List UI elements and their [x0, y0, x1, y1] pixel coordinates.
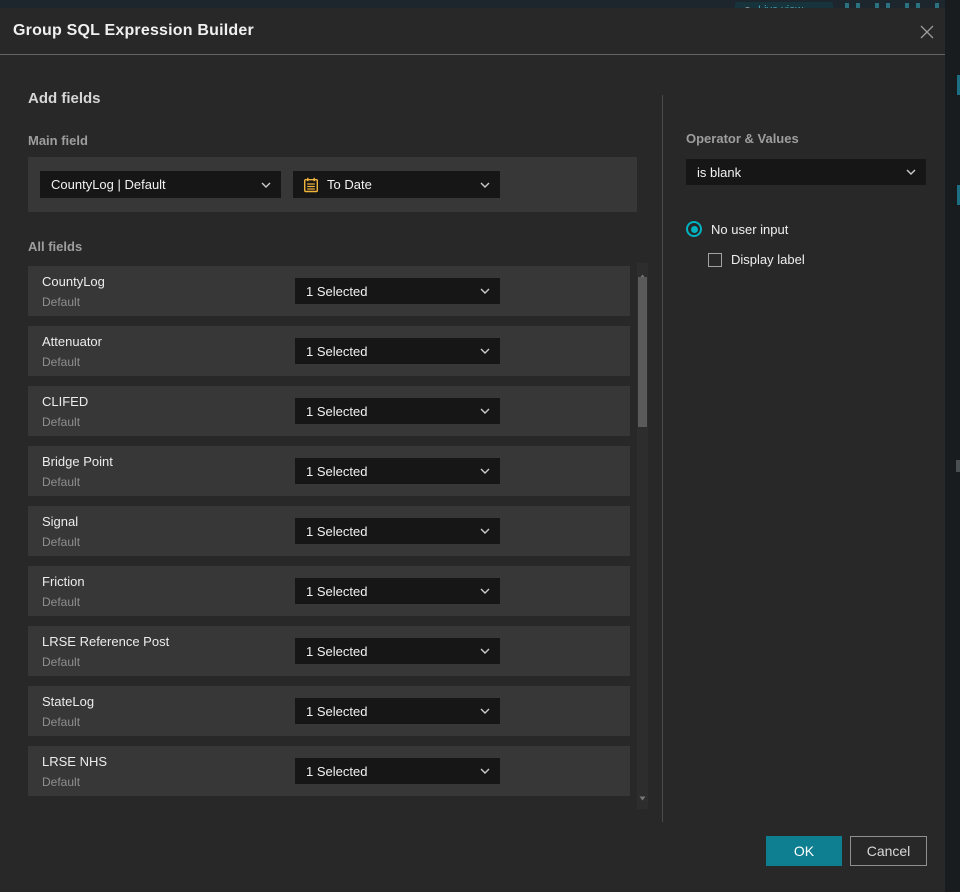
- field-subtitle: Default: [42, 475, 81, 489]
- all-fields-label: All fields: [28, 239, 83, 254]
- chevron-down-icon: [261, 182, 271, 188]
- background-element-edge: [956, 460, 960, 472]
- field-name: CountyLog: [42, 274, 105, 289]
- chevron-down-icon: [906, 169, 916, 175]
- field-subtitle: Default: [42, 355, 81, 369]
- dialog-titlebar: Group SQL Expression Builder: [0, 8, 945, 55]
- field-name: LRSE Reference Post: [42, 634, 170, 649]
- chevron-down-icon: [480, 408, 490, 414]
- field-name: Bridge Point: [42, 454, 113, 469]
- field-name: StateLog: [42, 694, 95, 709]
- field-subtitle: Default: [42, 655, 81, 669]
- operator-dropdown[interactable]: is blank: [686, 159, 926, 185]
- display-label-checkbox[interactable]: Display label: [708, 252, 805, 267]
- field-row: CountyLog Default 1 Selected: [28, 266, 630, 316]
- no-user-input-label: No user input: [711, 221, 789, 237]
- scroll-down-icon[interactable]: [639, 788, 646, 806]
- main-field-dropdown[interactable]: CountyLog | Default: [40, 171, 281, 198]
- main-field-type-dropdown[interactable]: To Date: [293, 171, 500, 198]
- chevron-down-icon: [480, 768, 490, 774]
- operator-value: is blank: [697, 164, 742, 180]
- chevron-down-icon: [480, 708, 490, 714]
- field-name: Attenuator: [42, 334, 102, 349]
- main-field-type-value: To Date: [327, 177, 372, 192]
- ok-button[interactable]: OK: [766, 836, 842, 866]
- field-selection-value: 1 Selected: [306, 583, 368, 599]
- field-subtitle: Default: [42, 595, 81, 609]
- field-name: LRSE NHS: [42, 754, 108, 769]
- checkbox-unchecked-icon: [708, 252, 722, 267]
- field-selection-dropdown[interactable]: 1 Selected: [295, 578, 500, 604]
- background-app-top-strip: Live view: [0, 0, 960, 8]
- chevron-down-icon: [480, 288, 490, 294]
- field-name: Signal: [42, 514, 79, 529]
- field-row: Bridge Point Default 1 Selected: [28, 446, 630, 496]
- field-selection-dropdown[interactable]: 1 Selected: [295, 398, 500, 424]
- field-subtitle: Default: [42, 715, 81, 729]
- calendar-icon: [303, 177, 319, 193]
- field-selection-dropdown[interactable]: 1 Selected: [295, 338, 500, 364]
- field-selection-value: 1 Selected: [306, 343, 368, 359]
- field-row: StateLog Default 1 Selected: [28, 686, 630, 736]
- field-row: CLIFED Default 1 Selected: [28, 386, 630, 436]
- close-icon[interactable]: [916, 21, 938, 43]
- field-subtitle: Default: [42, 535, 81, 549]
- dialog-title: Group SQL Expression Builder: [13, 22, 254, 39]
- cancel-button[interactable]: Cancel: [850, 836, 927, 866]
- field-subtitle: Default: [42, 775, 81, 789]
- field-row: LRSE Reference Post Default 1 Selected: [28, 626, 630, 676]
- chevron-down-icon: [480, 648, 490, 654]
- field-selection-value: 1 Selected: [306, 463, 368, 479]
- field-selection-value: 1 Selected: [306, 763, 368, 779]
- background-app-right-strip: [945, 0, 960, 892]
- field-subtitle: Default: [42, 415, 81, 429]
- field-row: Signal Default 1 Selected: [28, 506, 630, 556]
- field-selection-dropdown[interactable]: 1 Selected: [295, 758, 500, 784]
- add-fields-heading: Add fields: [28, 90, 101, 107]
- field-row: Attenuator Default 1 Selected: [28, 326, 630, 376]
- scrollbar-thumb[interactable]: [638, 277, 647, 427]
- field-selection-dropdown[interactable]: 1 Selected: [295, 518, 500, 544]
- no-user-input-radio[interactable]: No user input: [686, 221, 788, 237]
- field-subtitle: Default: [42, 295, 81, 309]
- field-selection-value: 1 Selected: [306, 403, 368, 419]
- radio-selected-icon: [686, 221, 702, 237]
- chevron-down-icon: [480, 528, 490, 534]
- field-selection-dropdown[interactable]: 1 Selected: [295, 638, 500, 664]
- chevron-down-icon: [480, 348, 490, 354]
- main-field-dropdown-value: CountyLog | Default: [51, 177, 166, 192]
- field-selection-value: 1 Selected: [306, 283, 368, 299]
- display-label-text: Display label: [731, 252, 805, 267]
- operator-values-heading: Operator & Values: [686, 131, 799, 146]
- field-selection-dropdown[interactable]: 1 Selected: [295, 458, 500, 484]
- vertical-divider: [662, 95, 663, 822]
- group-sql-expression-builder-dialog: Group SQL Expression Builder Add fields …: [0, 8, 945, 892]
- field-selection-value: 1 Selected: [306, 523, 368, 539]
- field-selection-value: 1 Selected: [306, 703, 368, 719]
- chevron-down-icon: [480, 468, 490, 474]
- field-name: CLIFED: [42, 394, 89, 409]
- field-name: Friction: [42, 574, 85, 589]
- field-selection-dropdown[interactable]: 1 Selected: [295, 698, 500, 724]
- all-fields-list: CountyLog Default 1 Selected Attenuator …: [28, 266, 630, 806]
- chevron-down-icon: [480, 182, 490, 188]
- field-selection-dropdown[interactable]: 1 Selected: [295, 278, 500, 304]
- all-fields-scrollbar[interactable]: [637, 263, 648, 809]
- field-selection-value: 1 Selected: [306, 643, 368, 659]
- field-row: LRSE NHS Default 1 Selected: [28, 746, 630, 796]
- field-row: Friction Default 1 Selected: [28, 566, 630, 616]
- main-field-label: Main field: [28, 133, 88, 148]
- main-field-panel: CountyLog | Default To Date: [28, 157, 637, 212]
- chevron-down-icon: [480, 588, 490, 594]
